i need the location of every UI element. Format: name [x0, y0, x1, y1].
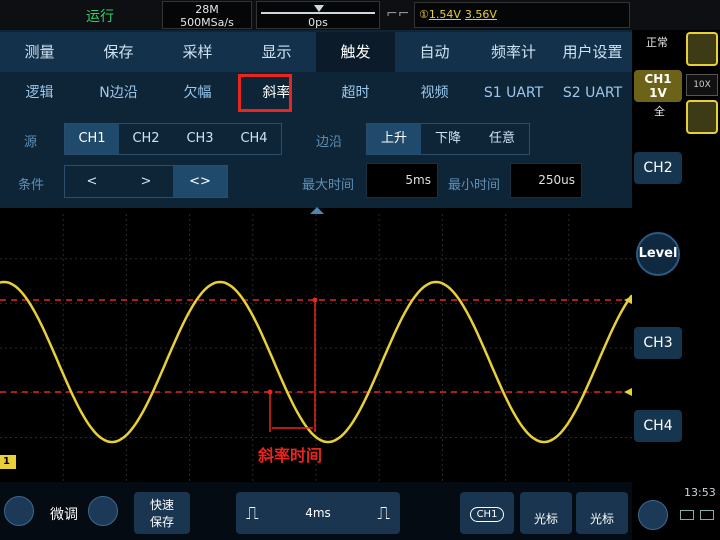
timebase-narrow-icon[interactable]: ⎍ — [246, 503, 259, 524]
step-wave-icon[interactable] — [686, 100, 718, 134]
tab-trigger[interactable]: 触发 — [316, 32, 395, 72]
horizontal-cursor-button[interactable]: 光标 — [520, 492, 572, 534]
ch1-badge: CH1 — [469, 507, 505, 522]
timebase-value: 4ms — [305, 506, 331, 520]
source-ch4[interactable]: CH4 — [227, 124, 281, 154]
subtab-logic[interactable]: 逻辑 — [0, 72, 79, 114]
bandwidth-full: 全 — [654, 105, 665, 118]
vertical-cursor-button[interactable]: 光标 — [576, 492, 628, 534]
ch2-button[interactable]: CH2 — [634, 152, 682, 184]
ch1-label: CH1 — [644, 72, 672, 86]
trigger-level-1: 1.54V — [428, 8, 461, 21]
trigger-type-tabs: 逻辑 N边沿 欠幅 斜率 超时 视频 S1 UART S2 UART — [0, 72, 632, 114]
min-time-field[interactable]: 250us — [510, 163, 582, 198]
edge-rising[interactable]: 上升 — [367, 124, 421, 154]
arrow-up-icon[interactable] — [4, 496, 34, 526]
timebase-wide-icon[interactable]: ⎍ — [377, 503, 390, 524]
ch1-badge-button[interactable]: CH1 — [460, 492, 514, 534]
fine-tune-label: 微调 — [50, 507, 78, 523]
subtab-s1-uart[interactable]: S1 UART — [474, 72, 553, 114]
trigger-edge-icon: ⌐⌐ — [386, 6, 410, 22]
memory-depth: 28M — [195, 3, 219, 16]
battery-icon — [700, 510, 714, 520]
trigger-level-2: 3.56V — [464, 8, 497, 21]
arrow-down-icon[interactable] — [88, 496, 118, 526]
run-status[interactable]: 运行 — [86, 6, 114, 26]
level-knob[interactable]: Level — [636, 232, 680, 276]
probe-ratio[interactable]: 10X — [686, 74, 718, 96]
cursor-label-2: 光标 — [589, 512, 614, 526]
display-icon — [680, 510, 694, 520]
edge-falling[interactable]: 下降 — [421, 124, 475, 154]
slope-time-annotation: 斜率时间 — [258, 446, 323, 465]
tab-save[interactable]: 保存 — [79, 32, 158, 72]
max-time-label: 最大时间 — [302, 178, 355, 193]
tab-measure[interactable]: 测量 — [0, 32, 79, 72]
condition-label: 条件 — [18, 178, 45, 193]
timeline-bar — [261, 12, 375, 14]
tab-acquire[interactable]: 采样 — [158, 32, 237, 72]
min-time-label: 最小时间 — [448, 178, 501, 193]
subtab-video[interactable]: 视频 — [395, 72, 474, 114]
tab-frequency-counter[interactable]: 频率计 — [474, 32, 553, 72]
ch1-settings-card[interactable]: CH1 1V — [634, 70, 682, 102]
condition-less-than[interactable]: < — [65, 166, 119, 197]
pulse-wave-icon[interactable] — [686, 32, 718, 66]
timebase-control[interactable]: ⎍ 4ms ⎍ — [236, 492, 400, 534]
source-ch1[interactable]: CH1 — [65, 124, 119, 154]
source-ch2[interactable]: CH2 — [119, 124, 173, 154]
edge-label: 边沿 — [316, 135, 343, 150]
cursor-label-1: 光标 — [533, 512, 558, 526]
quick-save-line-2: 保存 — [149, 515, 174, 529]
tab-user-settings[interactable]: 用户设置 — [553, 32, 632, 72]
condition-between[interactable]: <> — [173, 166, 227, 197]
trigger-levels[interactable]: ①1.54V 3.56V — [414, 2, 630, 28]
slope-highlight-box — [238, 74, 292, 112]
slope-start-point — [267, 389, 273, 395]
ch3-button[interactable]: CH3 — [634, 327, 682, 359]
source-label: 源 — [24, 135, 38, 150]
source-selector: CH1 CH2 CH3 CH4 — [64, 123, 282, 155]
tab-display[interactable]: 显示 — [237, 32, 316, 72]
max-time-field[interactable]: 5ms — [366, 163, 438, 198]
ch4-button[interactable]: CH4 — [634, 410, 682, 442]
time-offset-indicator[interactable]: 0ps — [256, 1, 380, 29]
edge-any[interactable]: 任意 — [475, 124, 529, 154]
quick-save-line-1: 快速 — [149, 498, 174, 512]
condition-greater-than[interactable]: > — [119, 166, 173, 197]
main-tabs: 测量 保存 采样 显示 触发 自动 频率计 用户设置 — [0, 32, 632, 72]
condition-selector: < > <> — [64, 165, 228, 198]
tab-auto[interactable]: 自动 — [395, 32, 474, 72]
subtab-timeout[interactable]: 超时 — [316, 72, 395, 114]
time-offset-value: 0ps — [308, 16, 328, 29]
trigger-mode[interactable]: 正常 — [646, 34, 668, 50]
chevron-down-icon[interactable] — [638, 500, 668, 530]
ch1-scale: 1V — [649, 86, 667, 100]
ch1-ground-marker[interactable]: 1 — [0, 455, 16, 469]
subtab-n-edge[interactable]: N边沿 — [79, 72, 158, 114]
source-ch3[interactable]: CH3 — [173, 124, 227, 154]
quick-save-button[interactable]: 快速 保存 — [134, 492, 190, 534]
clock: 13:53 — [684, 486, 716, 499]
subtab-s2-uart[interactable]: S2 UART — [553, 72, 632, 114]
edge-selector: 上升 下降 任意 — [366, 123, 530, 155]
lower-trigger-marker — [624, 388, 632, 396]
subtab-runt[interactable]: 欠幅 — [158, 72, 237, 114]
sample-rate: 500MSa/s — [180, 16, 234, 29]
slope-end-point — [312, 297, 318, 303]
acquisition-info[interactable]: 28M 500MSa/s — [162, 1, 252, 29]
trigger-position-marker — [314, 5, 324, 12]
